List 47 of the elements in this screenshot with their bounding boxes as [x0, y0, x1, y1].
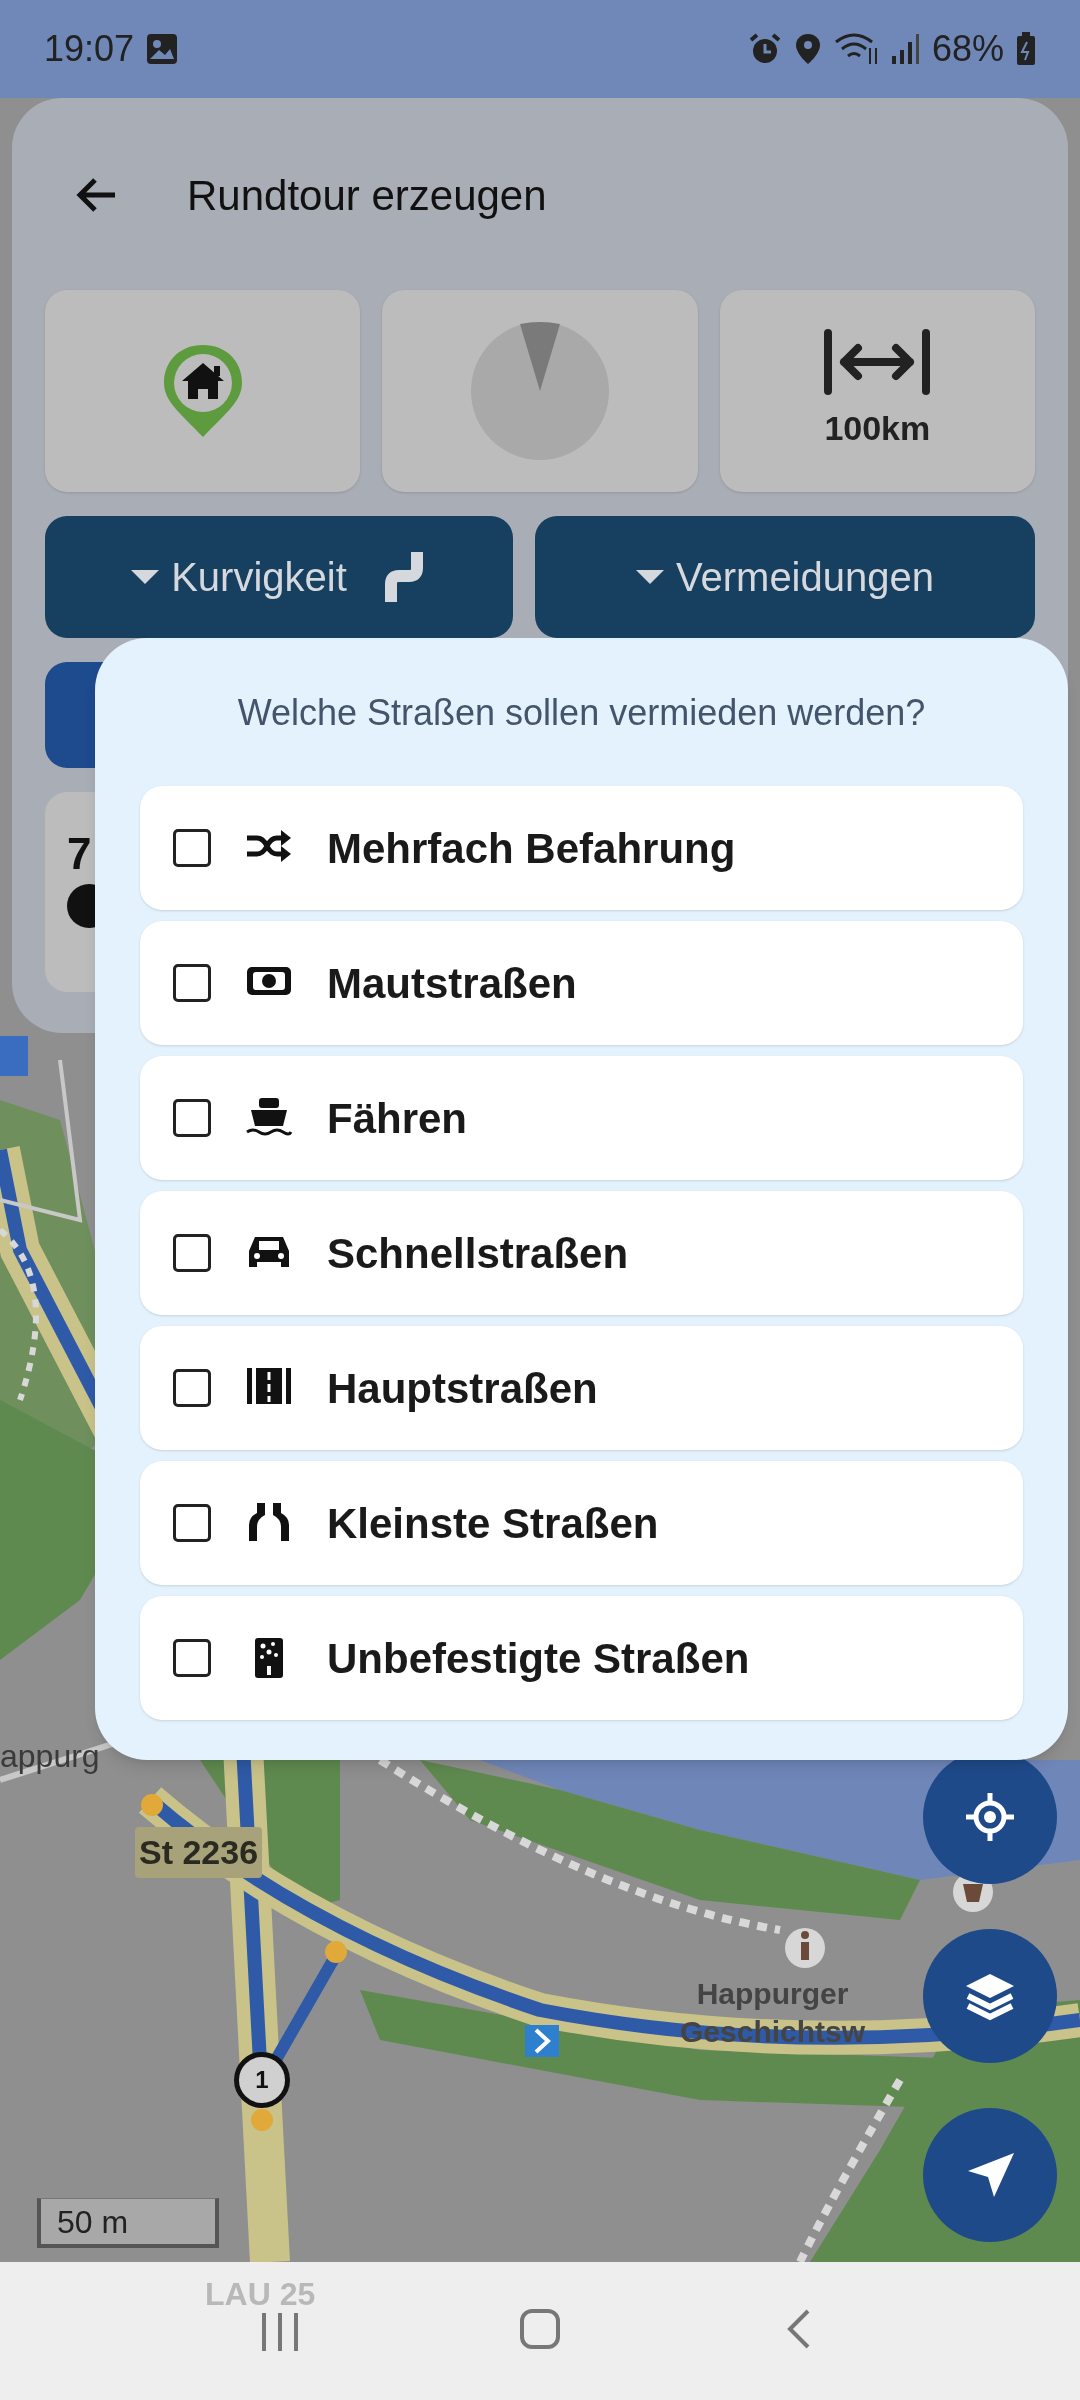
- wifi-icon: [833, 32, 878, 66]
- info-icon: [785, 1928, 825, 1968]
- waypoint-dot: [251, 2109, 273, 2131]
- start-tile[interactable]: [45, 290, 361, 492]
- option-row[interactable]: Hauptstraßen: [140, 1326, 1023, 1450]
- caret-icon: [131, 568, 160, 586]
- direction-dial-icon: [470, 321, 610, 461]
- direction-sign-icon: [525, 2025, 559, 2057]
- caret-icon: [636, 568, 664, 586]
- poi-label: Happurger: [696, 1976, 849, 2012]
- checkbox[interactable]: [173, 1504, 211, 1542]
- dialog-title: Welche Straßen sollen vermieden werden?: [236, 691, 927, 735]
- option-row[interactable]: Schnellstraßen: [140, 1191, 1023, 1315]
- option-row[interactable]: Mautstraßen: [140, 921, 1023, 1045]
- screen-title: Rundtour erzeugen: [187, 170, 547, 221]
- checkbox[interactable]: [173, 1234, 211, 1272]
- parking-sign: [0, 1036, 28, 1076]
- direction-tile[interactable]: [382, 290, 698, 492]
- dropdown-button[interactable]: Vermeidungen: [535, 516, 1035, 638]
- location-icon: [793, 32, 822, 66]
- battery-icon: [1016, 32, 1036, 66]
- back-arrow-icon: [75, 177, 117, 213]
- round-icon: [67, 884, 95, 928]
- option-row[interactable]: Fähren: [140, 1056, 1023, 1180]
- distance-arrows-icon: [822, 328, 933, 395]
- checkbox[interactable]: [173, 964, 211, 1002]
- dropdown-button[interactable]: Kurvigkeit: [45, 516, 513, 638]
- checkbox[interactable]: [173, 1099, 211, 1137]
- checkbox[interactable]: [173, 1369, 211, 1407]
- waypoint-dot: [325, 1941, 347, 1963]
- clock: 19:07: [44, 27, 135, 71]
- place-label: appurg: [0, 1737, 100, 1776]
- scale-bar: 50 m: [37, 2198, 219, 2248]
- checkbox[interactable]: [173, 829, 211, 867]
- summary-value: 7: [67, 832, 92, 876]
- checkbox[interactable]: [173, 1639, 211, 1677]
- alarm-icon: [747, 32, 782, 66]
- option-row[interactable]: Mehrfach Befahrung: [140, 786, 1023, 910]
- road-label: St 2236: [135, 1827, 263, 1878]
- option-row[interactable]: Kleinste Straßen: [140, 1461, 1023, 1585]
- distance-value: 100km: [824, 407, 931, 449]
- battery-level: 68%: [931, 27, 1004, 71]
- distance-tile[interactable]: 100km: [719, 290, 1035, 492]
- image-icon: [146, 33, 179, 65]
- waypoint-dot: [141, 1794, 163, 1816]
- signal-icon: [889, 32, 920, 66]
- option-row[interactable]: Unbefestigte Straßen: [140, 1596, 1023, 1720]
